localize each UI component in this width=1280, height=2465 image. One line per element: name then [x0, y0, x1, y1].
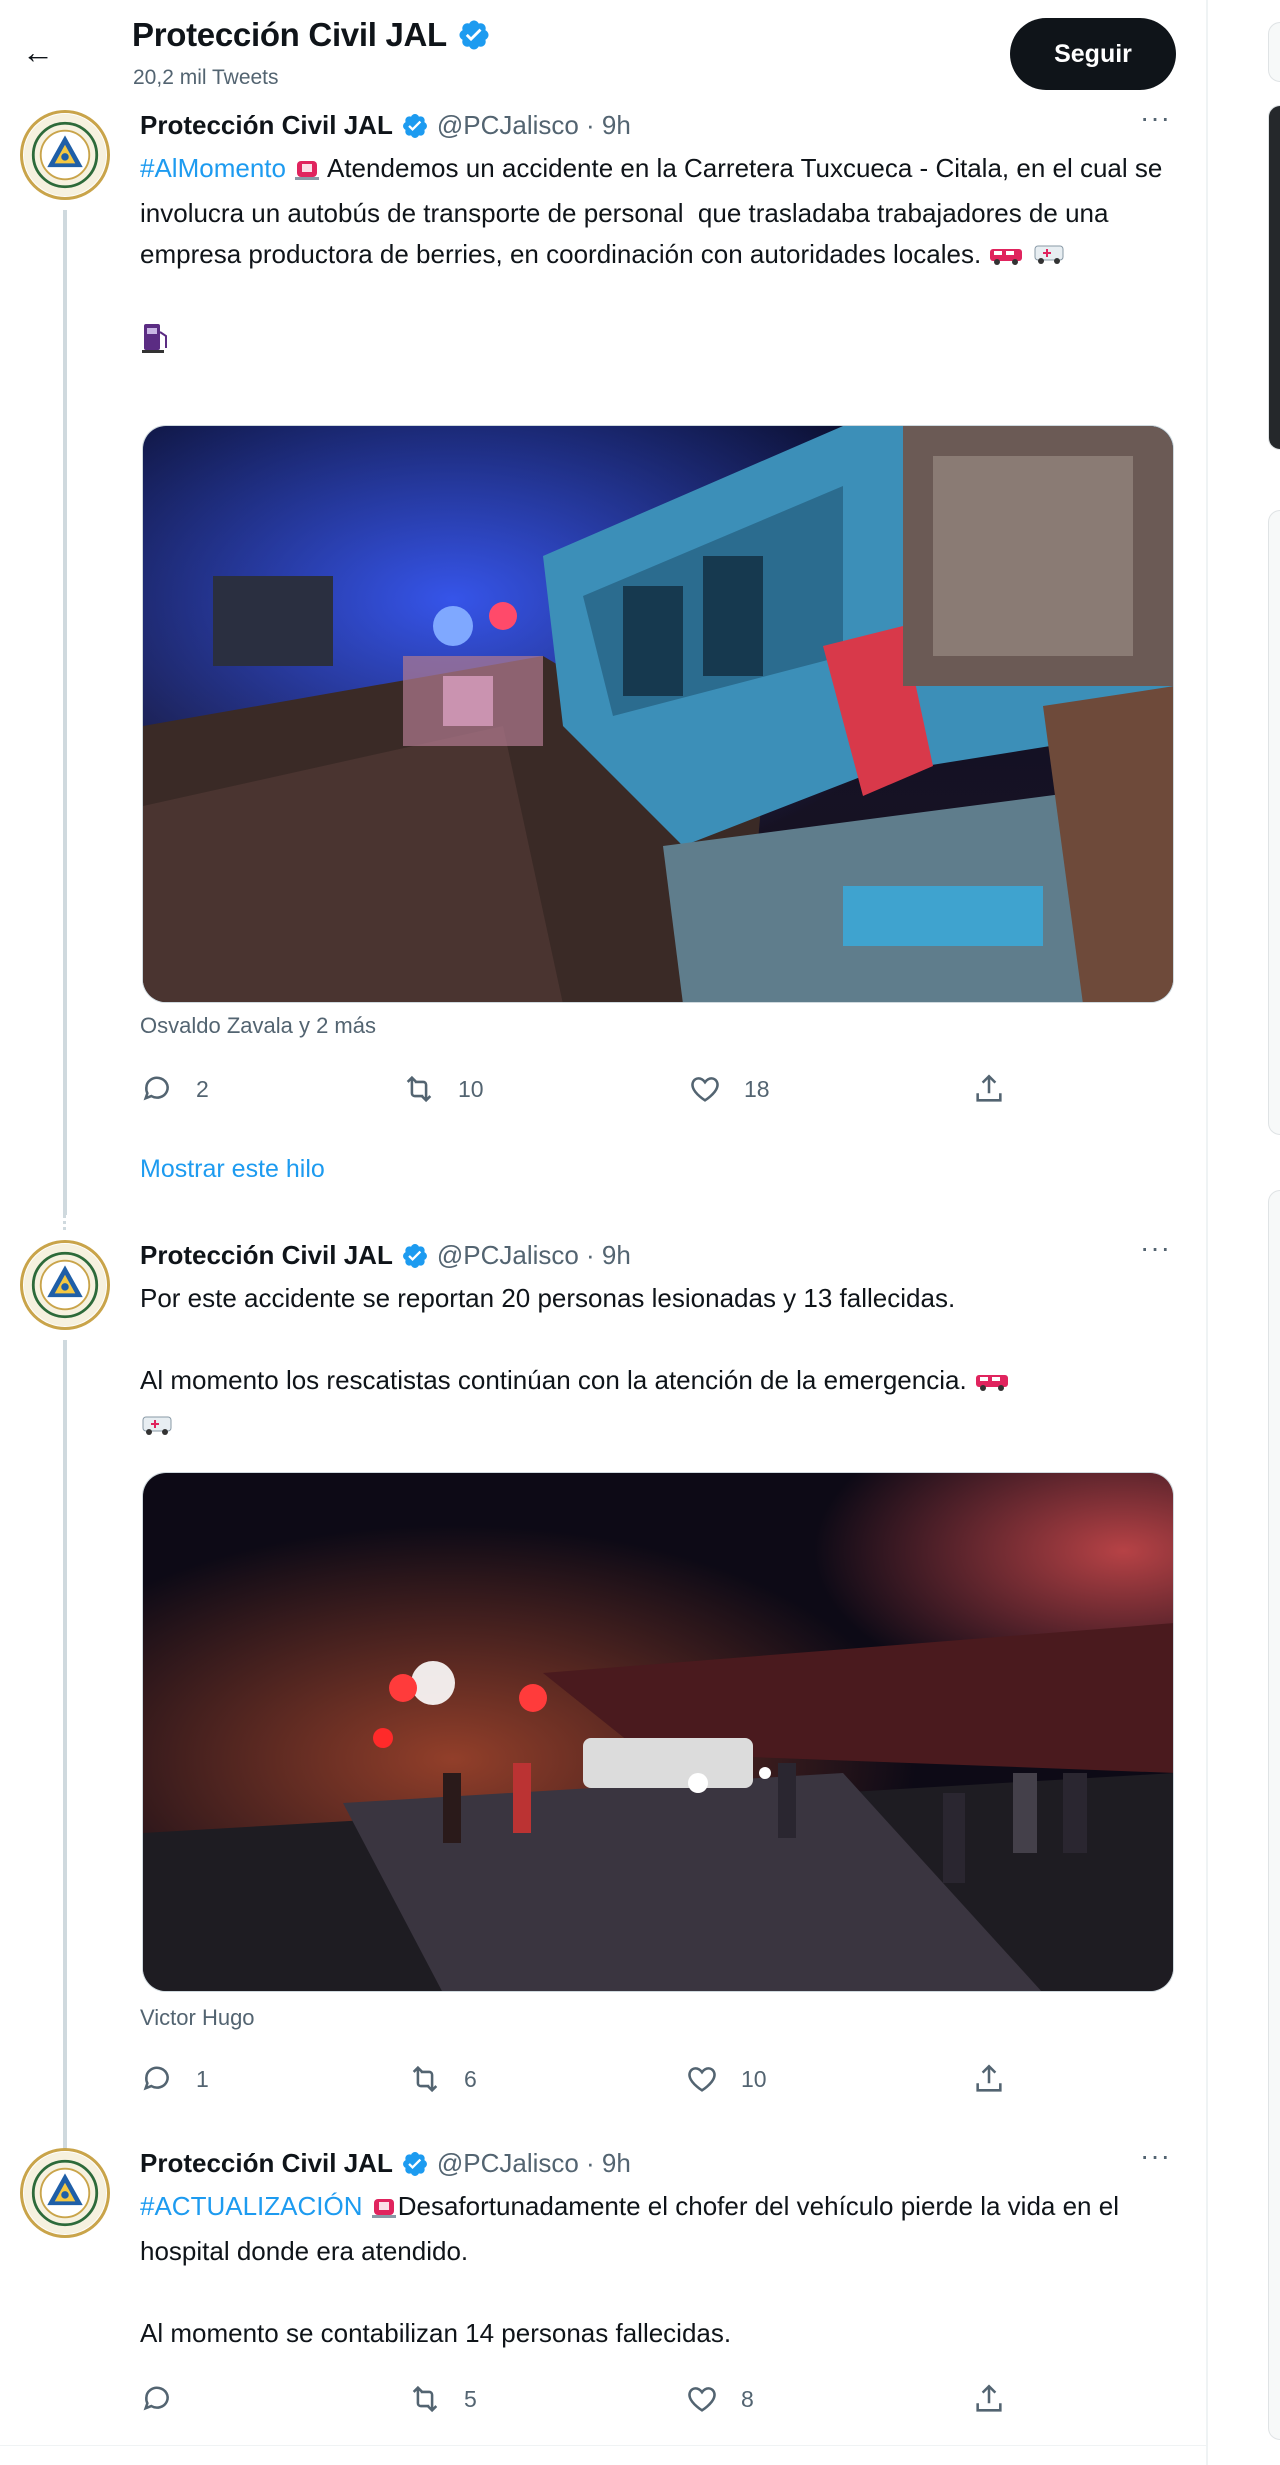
avatar[interactable]: [20, 1240, 110, 1330]
retweet-button[interactable]: 10: [402, 1072, 484, 1106]
fire-engine-emoji-icon: [974, 1364, 1010, 1405]
reply-count: 2: [196, 1075, 209, 1102]
ambulance-emoji-icon: [140, 1409, 174, 1450]
fuel-pump-emoji-icon: [140, 320, 170, 366]
reply-count: 1: [196, 2065, 209, 2092]
like-count: 10: [741, 2065, 767, 2092]
sidebar-card-edge: [1268, 1190, 1280, 2440]
reply-icon: [140, 2062, 174, 2096]
share-icon: [972, 1072, 1006, 1106]
retweet-count: 5: [464, 2385, 477, 2412]
thread-line: [63, 1340, 67, 2190]
follow-button[interactable]: Seguir: [1010, 18, 1176, 90]
share-button[interactable]: [972, 1072, 1006, 1106]
hashtag-link[interactable]: #AlMomento: [140, 153, 286, 183]
tweet-count: 20,2 mil Tweets: [133, 66, 279, 89]
tweet-header: Protección Civil JAL @PCJalisco · 9h: [140, 110, 631, 141]
like-count: 18: [744, 1075, 770, 1102]
tweet-body-2: Al momento los rescatistas continúan con…: [140, 1365, 967, 1395]
tweet-header: Protección Civil JAL @PCJalisco · 9h: [140, 2148, 631, 2179]
right-sidebar: [1268, 0, 1280, 2465]
tweet-header: Protección Civil JAL @PCJalisco · 9h: [140, 1240, 631, 1271]
heart-icon: [685, 2062, 719, 2096]
back-arrow-icon[interactable]: ←: [14, 28, 62, 76]
tweet-actions: 2 10 18: [140, 1072, 1020, 1112]
timeline-column: ← Protección Civil JAL 20,2 mil Tweets S…: [0, 0, 1208, 2465]
verified-badge-icon: [457, 18, 491, 52]
more-options-icon[interactable]: ···: [1140, 1232, 1171, 1264]
fire-engine-emoji-icon: [988, 238, 1024, 279]
retweet-icon: [402, 1072, 436, 1106]
tweet-text: #ACTUALIZACIÓN Desafortunadamente el cho…: [140, 2186, 1180, 2354]
verified-badge-icon: [401, 2150, 429, 2178]
tweet-photo[interactable]: [142, 425, 1174, 1003]
tweet-actions: 1 6 10: [140, 2062, 1020, 2102]
reply-button[interactable]: [140, 2382, 174, 2416]
retweet-icon: [408, 2062, 442, 2096]
avatar[interactable]: [20, 2148, 110, 2238]
verified-badge-icon: [401, 1242, 429, 1270]
tweet-text: Por este accidente se reportan 20 person…: [140, 1278, 1180, 1450]
reply-button[interactable]: 1: [140, 2062, 209, 2096]
like-button[interactable]: 10: [685, 2062, 767, 2096]
media-preview-edge[interactable]: [1268, 105, 1280, 450]
profile-name: Protección Civil JAL: [132, 16, 491, 54]
heart-icon: [685, 2382, 719, 2416]
profile-name-text: Protección Civil JAL: [132, 16, 447, 53]
author-handle[interactable]: @PCJalisco · 9h: [437, 2148, 631, 2179]
verified-badge-icon: [401, 112, 429, 140]
more-options-icon[interactable]: ···: [1140, 102, 1171, 134]
thread-line: [63, 210, 67, 1215]
siren-emoji-icon: [370, 2190, 398, 2231]
photo-tagged-users[interactable]: Osvaldo Zavala y 2 más: [140, 1013, 376, 1039]
siren-emoji-icon: [293, 152, 321, 193]
retweet-button[interactable]: 6: [408, 2062, 477, 2096]
tweet-photo[interactable]: [142, 1472, 1174, 1992]
share-button[interactable]: [972, 2382, 1006, 2416]
tweet-1[interactable]: Protección Civil JAL @PCJalisco · 9h ···…: [0, 102, 1206, 1215]
timeline-divider: [0, 2445, 1206, 2446]
retweet-count: 6: [464, 2065, 477, 2092]
tweet-body-2: Al momento se contabilizan 14 personas f…: [140, 2318, 732, 2348]
reply-icon: [140, 2382, 174, 2416]
author-name[interactable]: Protección Civil JAL: [140, 2148, 393, 2179]
tweet-body: Por este accidente se reportan 20 person…: [140, 1283, 956, 1313]
share-icon: [972, 2062, 1006, 2096]
show-thread-link[interactable]: Mostrar este hilo: [140, 1155, 325, 1184]
more-options-icon[interactable]: ···: [1140, 2140, 1171, 2172]
reply-button[interactable]: 2: [140, 1072, 209, 1106]
author-name[interactable]: Protección Civil JAL: [140, 1240, 393, 1271]
like-count: 8: [741, 2385, 754, 2412]
profile-header: ← Protección Civil JAL 20,2 mil Tweets S…: [0, 0, 1206, 100]
retweet-icon: [408, 2382, 442, 2416]
sidebar-card-edge: [1268, 510, 1280, 1135]
author-handle[interactable]: @PCJalisco · 9h: [437, 1240, 631, 1271]
like-button[interactable]: 8: [685, 2382, 754, 2416]
reply-icon: [140, 1072, 174, 1106]
share-icon: [972, 2382, 1006, 2416]
retweet-count: 10: [458, 1075, 484, 1102]
heart-icon: [688, 1072, 722, 1106]
avatar[interactable]: [20, 110, 110, 200]
author-handle[interactable]: @PCJalisco · 9h: [437, 110, 631, 141]
photo-tagged-users[interactable]: Victor Hugo: [140, 2005, 255, 2031]
tweet-2[interactable]: Protección Civil JAL @PCJalisco · 9h ···…: [0, 1232, 1206, 2190]
author-name[interactable]: Protección Civil JAL: [140, 110, 393, 141]
like-button[interactable]: 18: [688, 1072, 770, 1106]
tweet-3[interactable]: Protección Civil JAL @PCJalisco · 9h ···…: [0, 2140, 1206, 2448]
search-box-edge[interactable]: [1268, 22, 1280, 82]
share-button[interactable]: [972, 2062, 1006, 2096]
thread-dots: [63, 1150, 67, 1230]
retweet-button[interactable]: 5: [408, 2382, 477, 2416]
ambulance-emoji-icon: [1032, 238, 1066, 279]
hashtag-link[interactable]: #ACTUALIZACIÓN: [140, 2191, 363, 2221]
tweet-text: #AlMomento Atendemos un accidente en la …: [140, 148, 1180, 366]
tweet-actions: 5 8: [140, 2382, 1020, 2422]
